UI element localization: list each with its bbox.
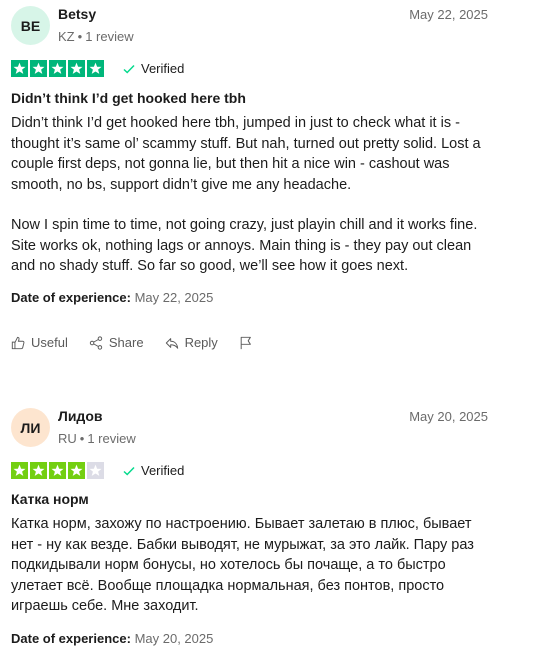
reviewer-country: KZ bbox=[58, 29, 75, 44]
review-body: Катка норм, захожу по настроению. Бывает… bbox=[11, 514, 496, 637]
date-of-experience-value: May 22, 2025 bbox=[134, 290, 214, 305]
verified-badge[interactable]: Verified bbox=[123, 463, 184, 478]
reply-button[interactable]: Reply bbox=[165, 335, 218, 350]
review-actions: Useful Share Reply bbox=[11, 335, 274, 350]
star-filled-icon bbox=[11, 462, 28, 479]
check-icon bbox=[123, 466, 135, 476]
avatar[interactable]: ЛИ bbox=[11, 408, 50, 447]
star-empty-icon bbox=[87, 462, 104, 479]
review-body: Didn’t think I’d get hooked here tbh, ju… bbox=[11, 113, 496, 297]
separator-dot: • bbox=[77, 29, 83, 44]
reviewer-review-count: 1 review bbox=[87, 431, 136, 446]
star-filled-icon bbox=[11, 60, 28, 77]
flag-icon bbox=[240, 336, 251, 349]
verified-label: Verified bbox=[141, 61, 185, 76]
star-rating bbox=[11, 462, 104, 479]
report-button[interactable] bbox=[239, 336, 253, 350]
useful-label: Useful bbox=[31, 335, 68, 350]
star-filled-icon bbox=[49, 60, 66, 77]
star-filled-icon bbox=[49, 462, 66, 479]
verified-label: Verified bbox=[141, 463, 185, 478]
star-filled-icon bbox=[68, 462, 85, 479]
reviewer-country: RU bbox=[58, 431, 77, 446]
review-title[interactable]: Катка норм bbox=[11, 491, 89, 507]
reviewer-name[interactable]: Betsy bbox=[58, 6, 96, 22]
reviewer-review-count: 1 review bbox=[85, 29, 134, 44]
date-of-experience-value: May 20, 2025 bbox=[134, 631, 214, 646]
separator-dot: • bbox=[79, 431, 85, 446]
share-label: Share bbox=[108, 335, 144, 350]
reply-icon bbox=[165, 337, 178, 349]
star-rating bbox=[11, 60, 104, 77]
date-of-experience: Date of experience: May 22, 2025 bbox=[11, 290, 213, 305]
share-button[interactable]: Share bbox=[89, 335, 144, 350]
date-of-experience-label: Date of experience: bbox=[11, 631, 131, 646]
review-date: May 20, 2025 bbox=[409, 409, 488, 424]
check-icon bbox=[123, 64, 135, 74]
review-title[interactable]: Didn’t think I’d get hooked here tbh bbox=[11, 90, 246, 106]
verified-badge[interactable]: Verified bbox=[123, 61, 184, 76]
review-paragraph: Катка норм, захожу по настроению. Бывает… bbox=[11, 516, 474, 614]
useful-button[interactable]: Useful bbox=[11, 335, 68, 350]
star-filled-icon bbox=[87, 60, 104, 77]
review-date: May 22, 2025 bbox=[409, 7, 488, 22]
date-of-experience-label: Date of experience: bbox=[11, 290, 131, 305]
avatar[interactable]: BE bbox=[11, 6, 50, 45]
date-of-experience: Date of experience: May 20, 2025 bbox=[11, 631, 213, 646]
reply-label: Reply bbox=[184, 335, 218, 350]
share-icon bbox=[89, 335, 103, 350]
star-filled-icon bbox=[30, 60, 47, 77]
reviewer-name[interactable]: Лидов bbox=[58, 408, 102, 424]
thumbs-up-icon bbox=[11, 336, 25, 349]
reviewer-meta: RU • 1 review bbox=[58, 431, 136, 446]
review-paragraph: Didn’t think I’d get hooked here tbh, ju… bbox=[11, 115, 481, 193]
review-paragraph: Now I spin time to time, not going crazy… bbox=[11, 217, 478, 274]
reviewer-meta: KZ • 1 review bbox=[58, 29, 134, 44]
star-filled-icon bbox=[68, 60, 85, 77]
star-filled-icon bbox=[30, 462, 47, 479]
